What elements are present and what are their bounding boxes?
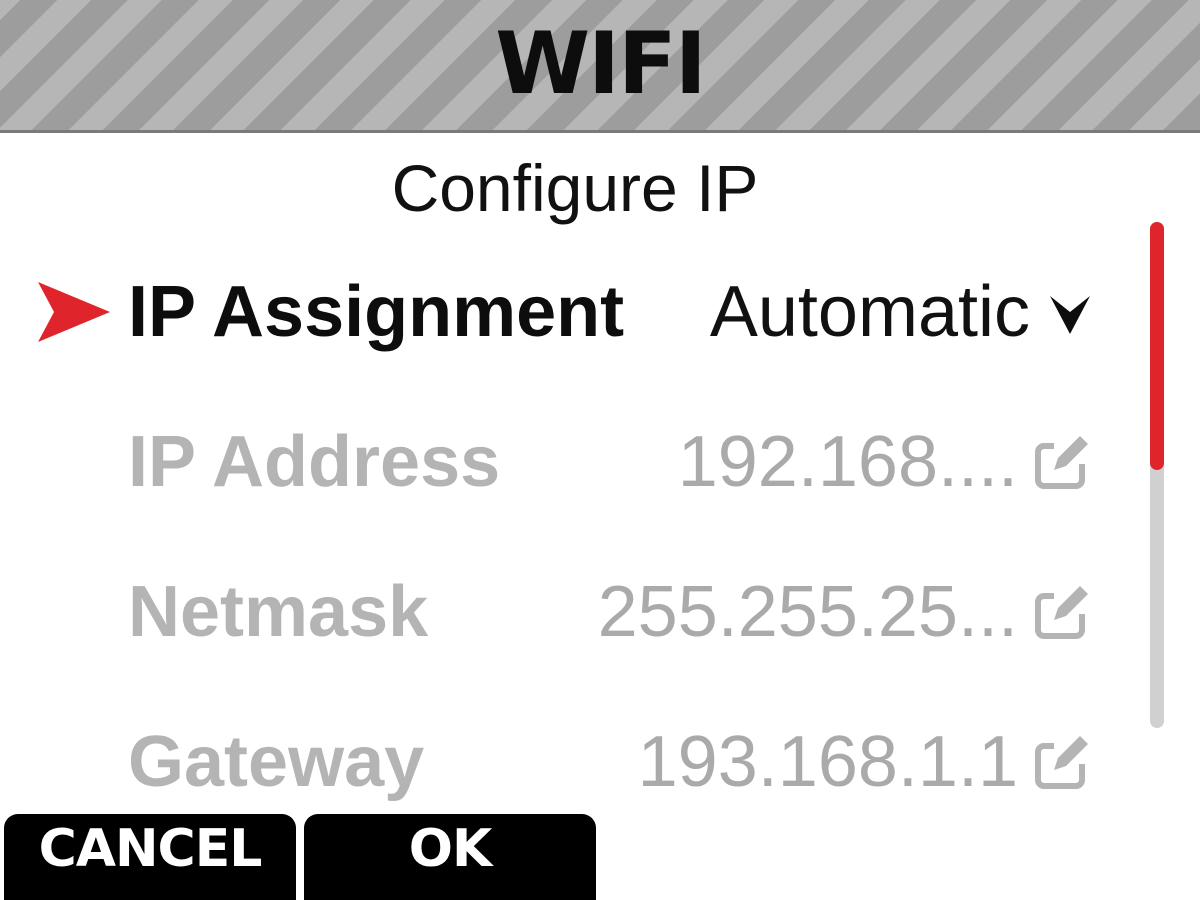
edit-icon[interactable] xyxy=(1032,582,1092,642)
selection-arrow-icon xyxy=(38,282,110,342)
ok-button-label: OK xyxy=(408,819,493,879)
ip-assignment-label: IP Assignment xyxy=(128,272,625,352)
page-subtitle: Configure IP xyxy=(391,151,759,225)
screen-title: WIFI xyxy=(495,14,707,114)
scrollbar-thumb[interactable] xyxy=(1150,222,1164,470)
title-bar: WIFI xyxy=(0,0,1200,133)
edit-icon[interactable] xyxy=(1032,432,1092,492)
ip-address-value: 192.168.... xyxy=(677,422,1018,502)
vertical-scrollbar[interactable] xyxy=(1150,222,1164,728)
ok-button[interactable]: OK xyxy=(304,814,596,900)
ip-assignment-row[interactable]: IP Assignment Automatic xyxy=(0,256,1120,366)
cancel-button-label: CANCEL xyxy=(38,819,263,879)
netmask-row[interactable]: Netmask 255.255.25... xyxy=(0,556,1120,666)
gateway-value: 193.168.1.1 xyxy=(637,722,1018,802)
netmask-label: Netmask xyxy=(128,572,429,652)
cancel-button[interactable]: CANCEL xyxy=(4,814,296,900)
chevron-down-icon[interactable] xyxy=(1048,292,1092,336)
ip-assignment-value[interactable]: Automatic xyxy=(710,270,1030,354)
ip-address-label: IP Address xyxy=(128,422,501,502)
edit-icon[interactable] xyxy=(1032,732,1092,792)
gateway-row[interactable]: Gateway 193.168.1.1 xyxy=(0,706,1120,816)
netmask-value: 255.255.25... xyxy=(597,572,1018,652)
wifi-configure-ip-screen: WIFI Configure IP IP Assignment Automati… xyxy=(0,0,1200,900)
gateway-label: Gateway xyxy=(128,722,425,802)
ip-address-row[interactable]: IP Address 192.168.... xyxy=(0,406,1120,516)
